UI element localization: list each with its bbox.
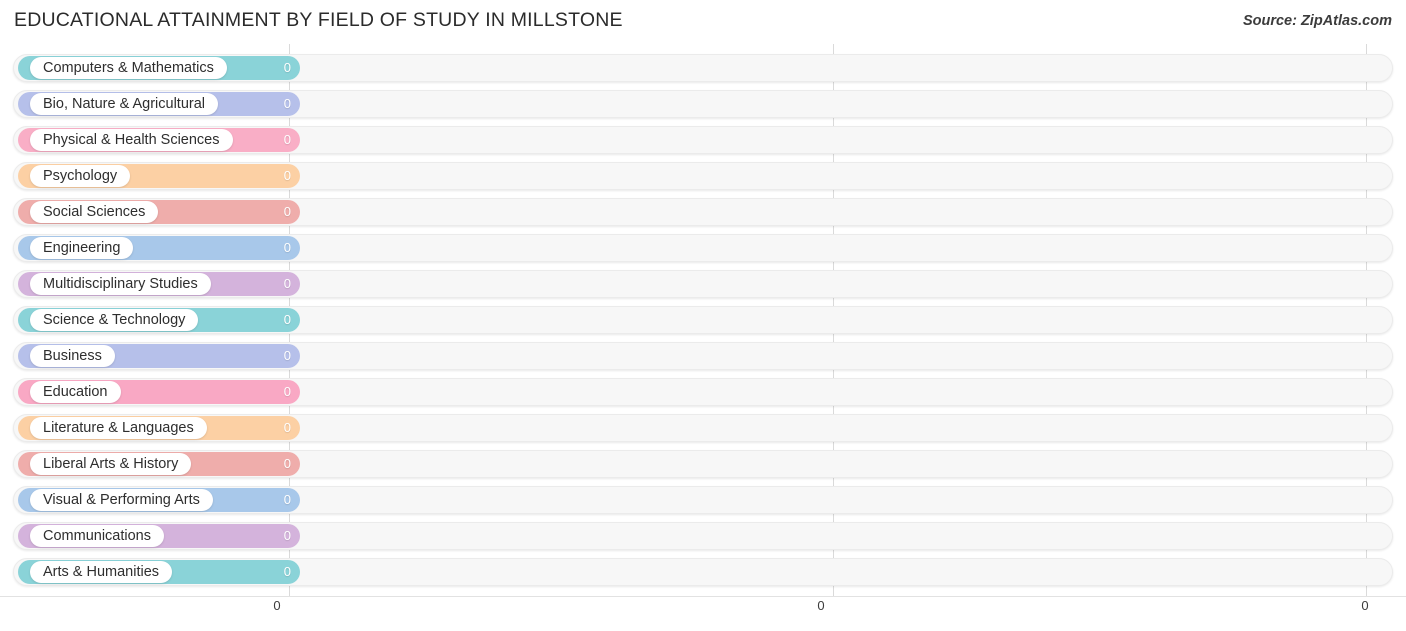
bar-row[interactable]: 0 Visual & Performing Arts: [13, 486, 1393, 514]
bar-value-label: 0: [283, 384, 291, 399]
bar-row[interactable]: 0 Bio, Nature & Agricultural: [13, 90, 1393, 118]
bar-row[interactable]: 0 Arts & Humanities: [13, 558, 1393, 586]
category-label: Science & Technology: [30, 309, 199, 331]
category-label: Business: [30, 345, 115, 367]
bar-value-label: 0: [283, 96, 291, 111]
bar-value-label: 0: [283, 420, 291, 435]
bar-value-label: 0: [283, 60, 291, 75]
category-label: Arts & Humanities: [30, 561, 173, 583]
bar-row[interactable]: 0 Engineering: [13, 234, 1393, 262]
category-label: Multidisciplinary Studies: [30, 273, 211, 295]
bar-row[interactable]: 0 Multidisciplinary Studies: [13, 270, 1393, 298]
bar-row[interactable]: 0 Social Sciences: [13, 198, 1393, 226]
bar-value-label: 0: [283, 168, 291, 183]
category-label: Physical & Health Sciences: [30, 129, 233, 151]
bar-row[interactable]: 0 Education: [13, 378, 1393, 406]
bar-row[interactable]: 0 Business: [13, 342, 1393, 370]
bar-value-label: 0: [283, 312, 291, 327]
bar-row[interactable]: 0 Psychology: [13, 162, 1393, 190]
x-axis-tick-label: 0: [1361, 598, 1369, 613]
page-title: EDUCATIONAL ATTAINMENT BY FIELD OF STUDY…: [14, 9, 623, 31]
bar-value-label: 0: [283, 492, 291, 507]
axis-baseline: [0, 596, 1406, 597]
bar-row[interactable]: 0 Communications: [13, 522, 1393, 550]
x-axis-tick-label: 0: [817, 598, 825, 613]
category-label: Engineering: [30, 237, 134, 259]
bar-value-label: 0: [283, 564, 291, 579]
category-label: Social Sciences: [30, 201, 159, 223]
chart-header: EDUCATIONAL ATTAINMENT BY FIELD OF STUDY…: [0, 0, 1406, 44]
bar-value-label: 0: [283, 240, 291, 255]
category-label: Visual & Performing Arts: [30, 489, 213, 511]
x-axis-tick-label: 0: [273, 598, 281, 613]
bar-value-label: 0: [283, 456, 291, 471]
bar-value-label: 0: [283, 132, 291, 147]
chart-plot-area: 0 Computers & Mathematics 0 Bio, Nature & A…: [0, 44, 1406, 596]
bar-row[interactable]: 0 Literature & Languages: [13, 414, 1393, 442]
x-axis: 0 0 0: [0, 596, 1406, 631]
category-label: Computers & Mathematics: [30, 57, 227, 79]
bar-value-label: 0: [283, 204, 291, 219]
bar-value-label: 0: [283, 276, 291, 291]
bar-row[interactable]: 0 Science & Technology: [13, 306, 1393, 334]
bar-row[interactable]: 0 Physical & Health Sciences: [13, 126, 1393, 154]
bar-value-label: 0: [283, 348, 291, 363]
bar-row[interactable]: 0 Computers & Mathematics: [13, 54, 1393, 82]
category-label: Liberal Arts & History: [30, 453, 192, 475]
category-label: Literature & Languages: [30, 417, 207, 439]
bar-value-label: 0: [283, 528, 291, 543]
category-label: Education: [30, 381, 121, 403]
source-attribution: Source: ZipAtlas.com: [1242, 13, 1392, 29]
category-label: Communications: [30, 525, 164, 547]
category-label: Psychology: [30, 165, 131, 187]
bar-row[interactable]: 0 Liberal Arts & History: [13, 450, 1393, 478]
category-label: Bio, Nature & Agricultural: [30, 93, 218, 115]
